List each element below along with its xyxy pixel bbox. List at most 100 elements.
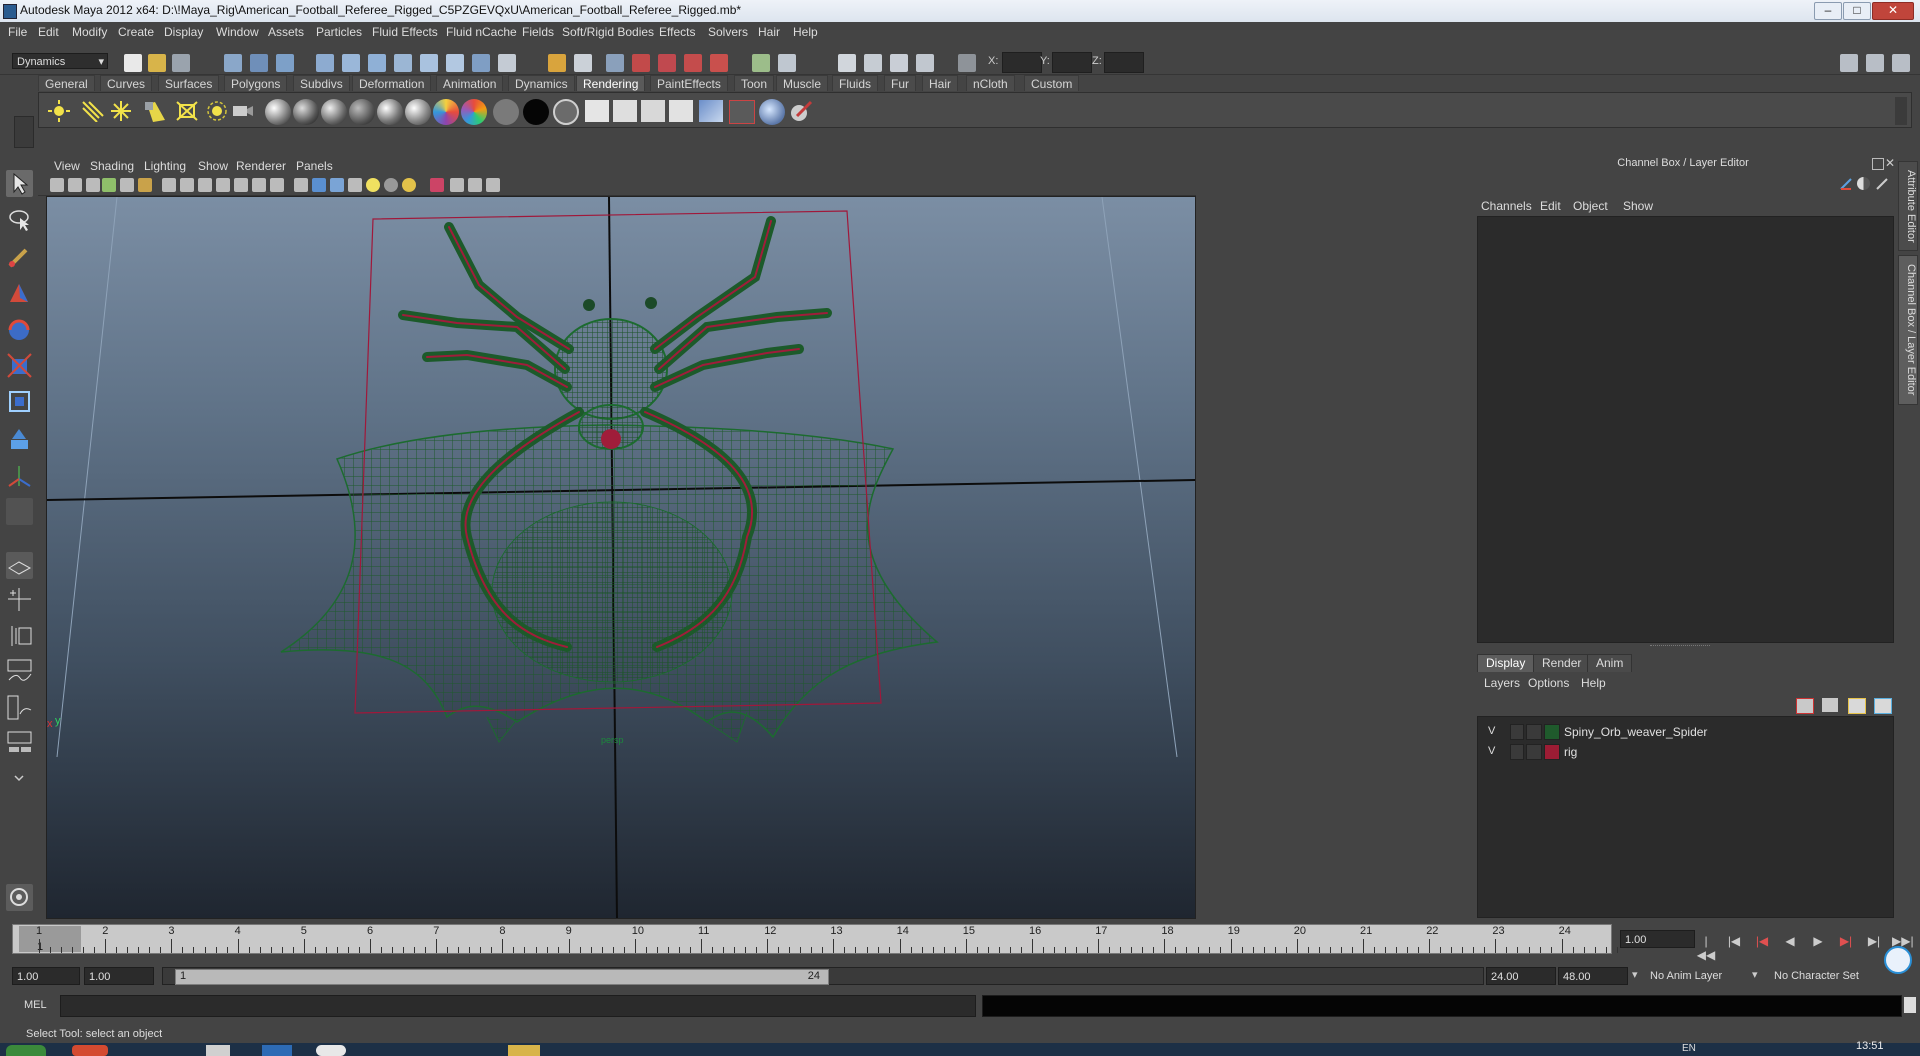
use-background-icon[interactable] [553,99,579,125]
channel-box-transform-icon[interactable] [1839,177,1853,191]
lambert-material-icon[interactable] [349,99,375,125]
input-history-icon[interactable] [752,54,770,72]
create-render-node-icon[interactable] [265,99,291,125]
tab-general[interactable]: General [38,75,95,91]
tab-muscle[interactable]: Muscle [776,75,829,91]
animation-start-field[interactable]: 1.00 [12,967,80,985]
select-rendering-icon[interactable] [472,54,490,72]
layer-row[interactable]: V Spiny_Orb_weaver_Spider [1482,723,1887,741]
render-globals-icon[interactable] [669,100,693,122]
menu-window[interactable]: Window [216,25,259,39]
rotate-tool-icon[interactable] [6,316,33,343]
edit-menu[interactable]: Edit [1540,199,1561,213]
channel-box-arrow-icon[interactable] [1875,177,1889,191]
render-view-icon[interactable] [585,100,609,122]
select-handles-icon[interactable] [316,54,334,72]
anim-layer-dropdown[interactable]: No Anim Layer [1650,970,1722,982]
vp-menu-view[interactable]: View [54,159,80,173]
image-plane-icon[interactable] [102,178,116,192]
select-surfaces-icon[interactable] [394,54,412,72]
menu-soft-rigid-bodies[interactable]: Soft/Rigid Bodies [562,25,654,39]
ipr-icon[interactable] [641,100,665,122]
taskbar-app-icon[interactable] [206,1045,230,1056]
highlight-selection-icon[interactable] [574,54,592,72]
step-back-key-icon[interactable]: |◀ [1724,934,1744,950]
menu-display[interactable]: Display [164,25,203,39]
camera-icon[interactable] [231,100,255,122]
gate-mask-icon[interactable] [216,178,230,192]
surface-shader-icon[interactable] [523,99,549,125]
time-slider[interactable]: 1 1 2 3 4 5 6 7 8 9 10 11 12 13 14 15 16 17 18 19 20 21 22 23 2… [12,924,1618,954]
tab-painteffects[interactable]: PaintEffects [650,75,728,91]
scene-canvas[interactable]: x y persp [47,197,1196,919]
toggle-channel-box-icon[interactable] [1892,54,1910,72]
help-query-icon[interactable] [498,54,516,72]
vp-menu-show[interactable]: Show [198,159,228,173]
new-scene-icon[interactable] [124,54,142,72]
grid-toggle-icon[interactable] [162,178,176,192]
tab-fluids[interactable]: Fluids [832,75,879,91]
step-forward-key-icon[interactable]: ▶| [1864,934,1884,950]
minimize-icon[interactable]: – [1814,2,1842,20]
language-indicator[interactable]: EN [1682,1043,1696,1054]
field-chart-icon[interactable] [234,178,248,192]
tab-custom[interactable]: Custom [1024,75,1080,91]
channel-box-display-icon[interactable] [1857,177,1870,190]
create-empty-layer-icon[interactable] [1848,698,1866,714]
select-hierarchy-icon[interactable] [224,54,242,72]
safe-action-icon[interactable] [252,178,266,192]
tab-deformation[interactable]: Deformation [352,75,432,91]
perspective-viewport[interactable]: x y persp [46,196,1196,919]
textured-icon[interactable] [348,178,362,192]
help-menu[interactable]: Help [1581,676,1606,690]
ambient-light-icon[interactable] [47,100,71,122]
float-panel-icon[interactable] [1872,158,1884,170]
move-layer-up-icon[interactable] [1796,698,1814,714]
mental-ray-icon[interactable] [759,99,785,125]
character-set-dropdown[interactable]: No Character Set [1774,970,1859,982]
taskbar-clock[interactable]: 13:51 [1856,1040,1884,1052]
range-slider-bar[interactable]: 1 24 [175,969,829,985]
playback-end-field[interactable]: 24.00 [1486,967,1556,985]
film-gate-icon[interactable] [180,178,194,192]
use-all-lights-icon[interactable] [366,178,380,192]
menu-fluid-ncache[interactable]: Fluid nCache [446,25,517,39]
y-input[interactable] [1052,52,1092,73]
layer-display-type-toggle[interactable] [1526,744,1542,760]
camera-attributes-icon[interactable] [68,178,82,192]
lock-selection-icon[interactable] [548,54,566,72]
layer-playback-toggle[interactable] [1510,724,1524,740]
panel-divider-handle[interactable] [1650,645,1710,650]
wireframe-on-shaded-icon[interactable] [330,178,344,192]
hypershade-shelf-icon[interactable] [699,100,723,122]
shadows-icon[interactable] [384,178,398,192]
layer-playback-toggle[interactable] [1510,744,1524,760]
close-icon[interactable]: ✕ [1872,2,1914,20]
batch-render-icon[interactable] [729,100,755,124]
tab-surfaces[interactable]: Surfaces [158,75,220,91]
character-set-chevron-icon[interactable]: ▾ [1752,968,1758,981]
persp-outliner-layout-icon[interactable] [6,622,33,649]
last-tool-used-icon[interactable] [6,498,33,525]
transform-input-icon[interactable] [958,54,976,72]
play-forwards-icon[interactable]: ▶ [1808,934,1828,950]
shelf-handle[interactable] [14,116,34,148]
tab-display[interactable]: Display [1477,654,1535,672]
resolution-gate-icon[interactable] [198,178,212,192]
menu-particles[interactable]: Particles [316,25,362,39]
layer-color-swatch[interactable] [1544,724,1560,740]
menu-set-dropdown[interactable]: Dynamics ▾ [12,53,108,69]
anim-layer-chevron-icon[interactable]: ▾ [1632,968,1638,981]
shading-map-icon[interactable] [493,99,519,125]
point-light-icon[interactable] [109,100,133,122]
select-camera-icon[interactable] [50,178,64,192]
spot-light-icon[interactable] [143,100,167,122]
phonge-material-icon[interactable] [405,99,431,125]
layers-menu[interactable]: Layers [1484,676,1520,690]
xray-icon[interactable] [450,178,464,192]
safe-title-icon[interactable] [270,178,284,192]
menu-edit[interactable]: Edit [38,25,59,39]
paint-brush-icon[interactable] [789,100,813,122]
menu-effects[interactable]: Effects [659,25,695,39]
move-layer-down-icon[interactable] [1822,698,1838,712]
